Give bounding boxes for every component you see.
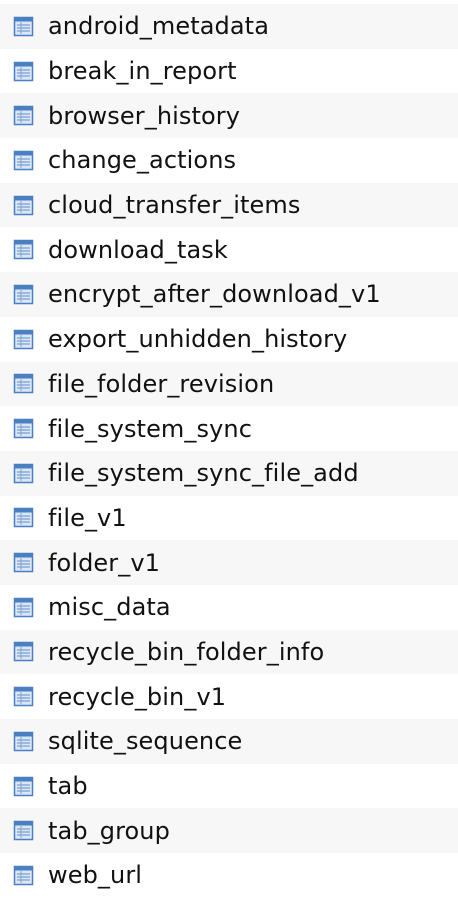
- table-name: misc_data: [48, 593, 171, 622]
- table-icon: [13, 820, 34, 841]
- table-row[interactable]: tab: [0, 763, 458, 809]
- table-row[interactable]: tab_group: [0, 808, 458, 854]
- table-row[interactable]: recycle_bin_folder_info: [0, 629, 458, 675]
- table-name: break_in_report: [48, 57, 237, 86]
- table-icon: [13, 597, 34, 618]
- table-icon: [13, 865, 34, 886]
- table-row[interactable]: change_actions: [0, 138, 458, 183]
- table-row[interactable]: browser_history: [0, 93, 458, 139]
- table-icon: [13, 195, 34, 216]
- table-name: android_metadata: [48, 12, 269, 41]
- table-row[interactable]: web_url: [0, 853, 458, 898]
- table-row[interactable]: sqlite_sequence: [0, 719, 458, 764]
- table-name: browser_history: [48, 101, 241, 130]
- table-row[interactable]: android_metadata: [0, 4, 458, 49]
- table-icon: [13, 463, 34, 484]
- table-icon: [13, 686, 34, 707]
- table-icon: [13, 641, 34, 662]
- table-name: file_system_sync: [48, 414, 253, 443]
- table-name: recycle_bin_folder_info: [48, 637, 325, 666]
- table-row[interactable]: folder_v1: [0, 540, 458, 585]
- table-icon: [13, 239, 34, 260]
- table-icon: [13, 418, 34, 439]
- table-icon: [13, 731, 34, 752]
- table-name: change_actions: [48, 146, 237, 175]
- table-row[interactable]: file_system_sync: [0, 406, 458, 451]
- table-name: export_unhidden_history: [48, 325, 348, 354]
- table-icon: [13, 373, 34, 394]
- table-name: file_v1: [48, 503, 127, 532]
- table-name: folder_v1: [48, 548, 161, 577]
- table-icon: [13, 105, 34, 126]
- table-icon: [13, 507, 34, 528]
- table-name: cloud_transfer_items: [48, 191, 301, 220]
- table-row[interactable]: misc_data: [0, 584, 458, 630]
- table-row[interactable]: break_in_report: [0, 48, 458, 94]
- table-row[interactable]: file_folder_revision: [0, 361, 458, 407]
- table-name: file_folder_revision: [48, 369, 275, 398]
- table-list: android_metadata break_in_report browser_h…: [0, 0, 458, 899]
- table-icon: [13, 552, 34, 573]
- table-name: tab_group: [48, 816, 170, 845]
- table-row[interactable]: recycle_bin_v1: [0, 674, 458, 719]
- table-row[interactable]: file_v1: [0, 495, 458, 541]
- table-name: recycle_bin_v1: [48, 682, 227, 711]
- table-row[interactable]: export_unhidden_history: [0, 316, 458, 362]
- table-name: sqlite_sequence: [48, 727, 243, 756]
- table-icon: [13, 776, 34, 797]
- table-icon: [13, 16, 34, 37]
- table-name: web_url: [48, 861, 143, 890]
- table-icon: [13, 284, 34, 305]
- table-icon: [13, 329, 34, 350]
- table-row[interactable]: file_system_sync_file_add: [0, 450, 458, 496]
- table-icon: [13, 61, 34, 82]
- table-icon: [13, 150, 34, 171]
- table-row[interactable]: cloud_transfer_items: [0, 182, 458, 228]
- table-row[interactable]: download_task: [0, 227, 458, 273]
- table-name: encrypt_after_download_v1: [48, 280, 381, 309]
- table-row[interactable]: encrypt_after_download_v1: [0, 272, 458, 317]
- table-name: file_system_sync_file_add: [48, 459, 359, 488]
- table-name: tab: [48, 772, 88, 801]
- table-name: download_task: [48, 235, 228, 264]
